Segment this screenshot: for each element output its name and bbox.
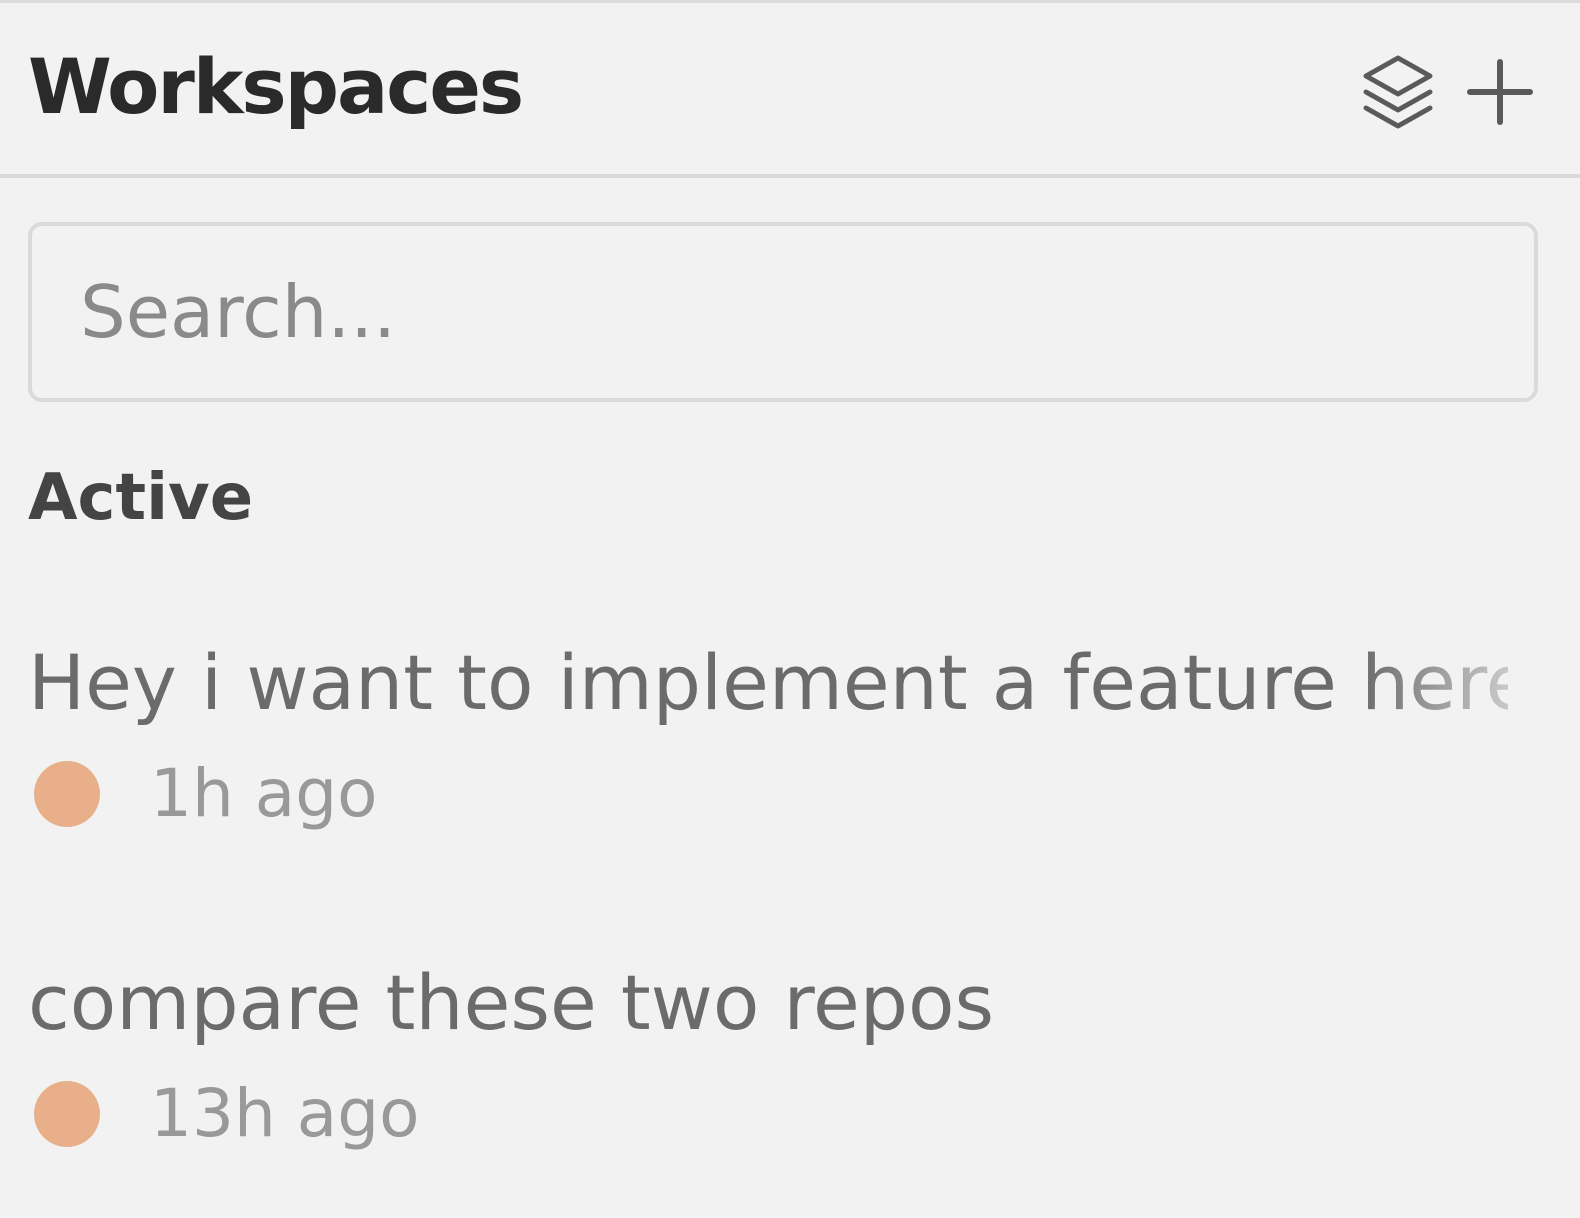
status-dot <box>34 1081 100 1147</box>
workspace-meta: 1h ago <box>34 759 378 829</box>
status-dot <box>34 761 100 827</box>
section-label-active: Active <box>28 461 254 535</box>
page-title: Workspaces <box>28 42 524 131</box>
workspace-title: compare these two repos <box>28 958 995 1047</box>
workspaces-header: Workspaces <box>0 3 1580 178</box>
header-actions <box>1362 47 1536 137</box>
workspace-timestamp: 13h ago <box>150 1075 420 1152</box>
layers-icon <box>1363 55 1433 129</box>
workspace-title: Hey i want to implement a feature here <box>28 638 1508 727</box>
workspace-item[interactable]: Hey i want to implement a feature here 1… <box>0 637 1580 857</box>
workspace-meta: 13h ago <box>34 1079 420 1149</box>
layers-button[interactable] <box>1362 47 1434 137</box>
plus-icon <box>1467 59 1533 125</box>
search-input[interactable] <box>32 226 1534 398</box>
workspace-item[interactable]: compare these two repos 13h ago <box>0 957 1580 1177</box>
search-box <box>28 222 1538 402</box>
add-workspace-button[interactable] <box>1464 47 1536 137</box>
workspace-timestamp: 1h ago <box>150 755 378 832</box>
